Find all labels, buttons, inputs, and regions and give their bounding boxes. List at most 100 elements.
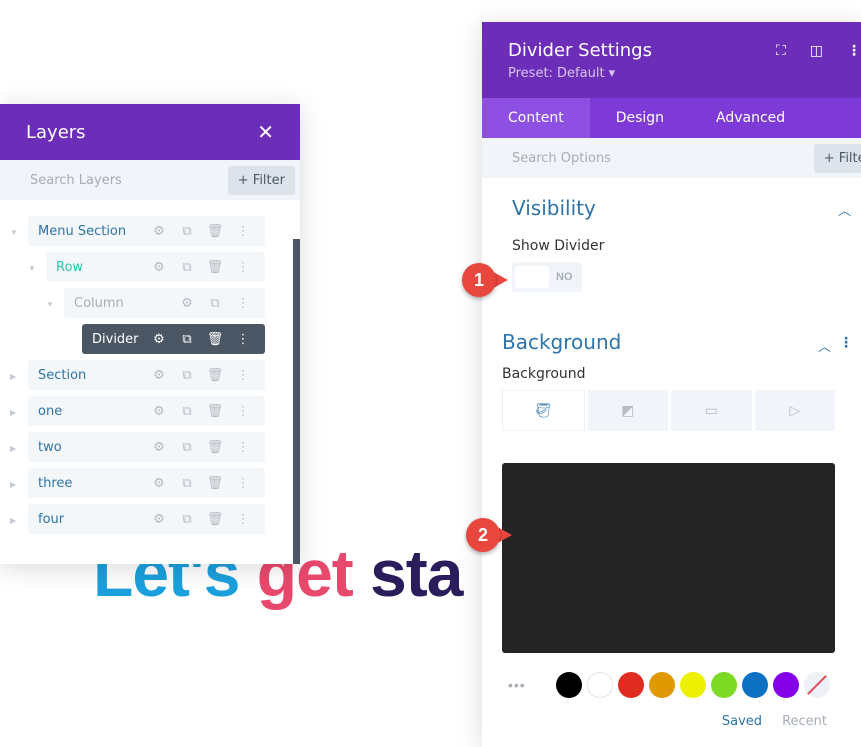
delete-icon[interactable]: 🗑︎ (201, 439, 229, 455)
layer-item[interactable]: Section ⚙ ⧉ 🗑︎ ⋮ (28, 360, 265, 390)
delete-icon[interactable]: 🗑︎ (201, 259, 229, 275)
chevron-up-icon[interactable]: ︿ (838, 200, 851, 219)
collapse-caret-icon[interactable]: ▼ (10, 228, 18, 237)
delete-icon[interactable]: 🗑︎ (201, 403, 229, 419)
settings-gear-icon[interactable]: ⚙ (145, 439, 173, 455)
more-options-icon[interactable]: ⋮ (229, 511, 257, 527)
more-options-icon[interactable]: ⋮ (229, 223, 257, 239)
color-swatch[interactable] (711, 672, 737, 698)
layer-item[interactable]: Row ⚙ ⧉ 🗑︎ ⋮ (46, 252, 265, 282)
split-view-icon[interactable]: ◫ (810, 42, 823, 59)
expand-caret-icon[interactable]: ▶ (10, 408, 16, 417)
layer-row[interactable]: ▶ three ⚙ ⧉ 🗑︎ ⋮ (0, 468, 300, 504)
background-title[interactable]: Background (502, 330, 861, 354)
color-swatch[interactable] (773, 672, 799, 698)
color-swatch[interactable] (618, 672, 644, 698)
show-divider-toggle[interactable]: NO (512, 262, 582, 292)
color-swatch[interactable] (742, 672, 768, 698)
layer-item[interactable]: four ⚙ ⧉ 🗑︎ ⋮ (28, 504, 265, 534)
layer-row[interactable]: ▶ Section ⚙ ⧉ 🗑︎ ⋮ (0, 360, 300, 396)
recent-colors-tab[interactable]: Recent (782, 714, 827, 729)
close-icon[interactable]: ✕ (257, 120, 274, 145)
layer-item[interactable]: Menu Section ⚙ ⧉ 🗑︎ ⋮ (28, 216, 265, 246)
layer-row[interactable]: ▼ Row ⚙ ⧉ 🗑︎ ⋮ (0, 252, 300, 288)
more-options-icon[interactable]: ⋮ (229, 439, 257, 455)
tab-content[interactable]: Content (482, 98, 590, 138)
delete-icon[interactable]: 🗑︎ (201, 511, 229, 527)
collapse-caret-icon[interactable]: ▼ (46, 300, 54, 309)
duplicate-icon[interactable]: ⧉ (173, 223, 201, 239)
bg-tab-gradient[interactable]: ◩ (587, 390, 668, 431)
paint-bucket-icon: 🪣︎ (534, 402, 553, 418)
bg-tab-image[interactable]: ▭ (671, 390, 752, 431)
color-swatch[interactable] (649, 672, 675, 698)
color-swatch[interactable] (680, 672, 706, 698)
expand-caret-icon[interactable]: ▶ (10, 516, 16, 525)
settings-gear-icon[interactable]: ⚙ (145, 259, 173, 275)
layer-row[interactable]: ▼ Column ⚙ ⧉ ⋮ (0, 288, 300, 324)
layer-row[interactable]: ▼ Menu Section ⚙ ⧉ 🗑︎ ⋮ (0, 216, 300, 252)
more-options-icon[interactable]: ⋮ (229, 259, 257, 275)
tab-design[interactable]: Design (590, 98, 690, 138)
expand-caret-icon[interactable]: ▶ (10, 372, 16, 381)
delete-icon[interactable]: 🗑︎ (201, 475, 229, 491)
more-options-icon[interactable]: ⋮ (229, 475, 257, 491)
duplicate-icon[interactable]: ⧉ (173, 511, 201, 527)
duplicate-icon[interactable]: ⧉ (173, 259, 201, 275)
options-filter-button[interactable]: + Filter (813, 143, 861, 173)
settings-gear-icon[interactable]: ⚙ (145, 367, 173, 383)
layer-item[interactable]: three ⚙ ⧉ 🗑︎ ⋮ (28, 468, 265, 498)
more-options-icon[interactable]: ⋮ (229, 295, 257, 311)
expand-caret-icon[interactable]: ▶ (10, 480, 16, 489)
delete-icon[interactable]: 🗑︎ (201, 223, 229, 239)
color-swatch[interactable] (556, 672, 582, 698)
layers-search-bar: Search Layers + Filter (0, 160, 300, 200)
background-section: Background ︿ ⋮ Background 🪣︎ ◩ ▭ ▷ (502, 330, 861, 431)
filter-button[interactable]: + Filter (227, 165, 295, 195)
settings-gear-icon[interactable]: ⚙ (173, 295, 201, 311)
collapse-caret-icon[interactable]: ▼ (28, 264, 36, 273)
layer-item[interactable]: Divider ⚙ ⧉ 🗑︎ ⋮ (82, 324, 265, 354)
layer-item[interactable]: Column ⚙ ⧉ ⋮ (64, 288, 265, 318)
duplicate-icon[interactable]: ⧉ (173, 439, 201, 455)
layer-row[interactable]: ▶ four ⚙ ⧉ 🗑︎ ⋮ (0, 504, 300, 540)
settings-gear-icon[interactable]: ⚙ (145, 331, 173, 347)
more-colors-icon[interactable]: ••• (508, 677, 556, 693)
more-options-icon[interactable]: ⋮ (847, 42, 861, 59)
tab-advanced[interactable]: Advanced (690, 98, 811, 138)
bg-tab-color[interactable]: 🪣︎ (502, 390, 585, 431)
chevron-up-icon[interactable]: ︿ (818, 336, 831, 355)
more-options-icon[interactable]: ⋮ (229, 331, 257, 347)
delete-icon[interactable]: 🗑︎ (201, 331, 229, 347)
duplicate-icon[interactable]: ⧉ (201, 295, 229, 311)
settings-gear-icon[interactable]: ⚙ (145, 475, 173, 491)
layer-row[interactable]: ▶ two ⚙ ⧉ 🗑︎ ⋮ (0, 432, 300, 468)
color-swatch[interactable] (587, 672, 613, 698)
duplicate-icon[interactable]: ⧉ (173, 367, 201, 383)
search-layers-input[interactable]: Search Layers (30, 173, 122, 188)
duplicate-icon[interactable]: ⧉ (173, 331, 201, 347)
more-options-icon[interactable]: ⋮ (229, 367, 257, 383)
layer-row[interactable]: Divider ⚙ ⧉ 🗑︎ ⋮ (0, 324, 300, 360)
more-options-icon[interactable]: ⋮ (839, 334, 853, 351)
expand-icon[interactable]: ⛶ (776, 42, 786, 59)
delete-icon[interactable]: 🗑︎ (201, 367, 229, 383)
expand-caret-icon[interactable]: ▶ (10, 444, 16, 453)
layer-item[interactable]: one ⚙ ⧉ 🗑︎ ⋮ (28, 396, 265, 426)
settings-gear-icon[interactable]: ⚙ (145, 223, 173, 239)
duplicate-icon[interactable]: ⧉ (173, 475, 201, 491)
clear-color-swatch[interactable] (804, 672, 830, 698)
more-options-icon[interactable]: ⋮ (229, 403, 257, 419)
settings-gear-icon[interactable]: ⚙ (145, 511, 173, 527)
layer-row[interactable]: ▶ one ⚙ ⧉ 🗑︎ ⋮ (0, 396, 300, 432)
search-options-input[interactable]: Search Options (512, 151, 611, 166)
visibility-title[interactable]: Visibility (512, 196, 851, 220)
preset-dropdown[interactable]: Preset: Default ▾ (508, 66, 835, 81)
saved-colors-tab[interactable]: Saved (722, 714, 762, 729)
duplicate-icon[interactable]: ⧉ (173, 403, 201, 419)
settings-gear-icon[interactable]: ⚙ (145, 403, 173, 419)
scrollbar[interactable] (293, 239, 300, 564)
background-color-preview[interactable] (502, 463, 835, 653)
layer-item[interactable]: two ⚙ ⧉ 🗑︎ ⋮ (28, 432, 265, 462)
bg-tab-video[interactable]: ▷ (754, 390, 835, 431)
